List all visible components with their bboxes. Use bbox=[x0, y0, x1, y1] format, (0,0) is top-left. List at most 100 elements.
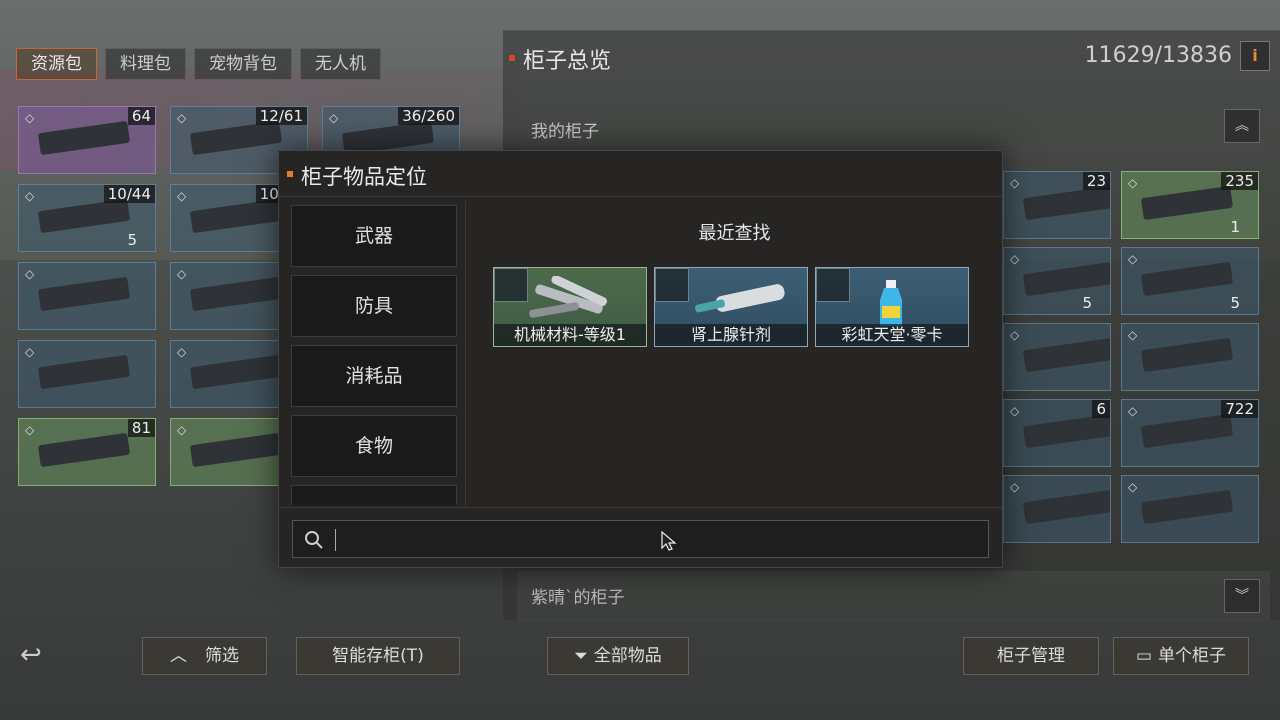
collapse-up-button[interactable]: ︽ bbox=[1224, 109, 1260, 143]
recent-item-label: 肾上腺针剂 bbox=[655, 324, 807, 346]
my-cabinet-header[interactable]: 我的柜子 ︽ bbox=[517, 101, 1270, 151]
cabinet-slot[interactable]: ◇ 235 1 bbox=[1121, 171, 1259, 239]
inventory-slot[interactable]: ◇ 81 bbox=[18, 418, 156, 486]
all-items-button[interactable]: ⏷ 全部物品 bbox=[547, 637, 689, 675]
cabinet-manage-button[interactable]: 柜子管理 bbox=[963, 637, 1099, 675]
search-box[interactable] bbox=[292, 520, 989, 558]
item-image bbox=[1022, 413, 1110, 449]
item-image bbox=[37, 120, 131, 156]
rarity-diamond-icon: ◇ bbox=[1010, 480, 1020, 494]
rarity-diamond-icon: ◇ bbox=[177, 423, 187, 437]
tab-cooking-pack[interactable]: 料理包 bbox=[105, 48, 186, 80]
recent-item-label: 彩虹天堂·零卡 bbox=[816, 324, 968, 346]
item-quality-badge bbox=[816, 268, 850, 302]
tab-resource-pack[interactable]: 资源包 bbox=[16, 48, 97, 80]
other-cabinet-header[interactable]: 紫晴`的柜子 ︾ bbox=[517, 571, 1270, 621]
recent-items: 机械材料-等级1 肾上腺针剂 彩虹天堂·零卡 bbox=[493, 267, 969, 347]
search-icon bbox=[305, 531, 323, 549]
cabinet-slot[interactable]: ◇ bbox=[1121, 475, 1259, 543]
filter-button[interactable]: ︿ 筛选 bbox=[142, 637, 267, 675]
item-count: 81 bbox=[127, 419, 155, 437]
item-image bbox=[1140, 337, 1234, 373]
item-image bbox=[1022, 337, 1110, 373]
rarity-diamond-icon: ◇ bbox=[25, 111, 35, 125]
tab-drone[interactable]: 无人机 bbox=[300, 48, 381, 80]
dialog-title: 柜子物品定位 bbox=[301, 165, 427, 189]
cabinet-overview-title: 柜子总览 bbox=[523, 49, 612, 74]
item-count: 12/61 bbox=[255, 107, 307, 125]
back-icon[interactable]: ↩ bbox=[20, 642, 54, 670]
cabinet-slot[interactable]: ◇ bbox=[1003, 323, 1111, 391]
expand-down-button[interactable]: ︾ bbox=[1224, 579, 1260, 613]
tab-pet-backpack[interactable]: 宠物背包 bbox=[194, 48, 292, 80]
rarity-diamond-icon: ◇ bbox=[25, 345, 35, 359]
title-marker bbox=[287, 171, 293, 177]
rarity-diamond-icon: ◇ bbox=[1128, 252, 1138, 266]
item-quality-badge bbox=[494, 268, 528, 302]
item-image bbox=[1140, 413, 1234, 449]
single-cabinet-label: 单个柜子 bbox=[1158, 646, 1227, 666]
item-locate-dialog: 柜子物品定位 武器 防具 消耗品 食物 最近查找 机械材料-等级1 肾上腺针剂 bbox=[278, 150, 1003, 568]
inventory-slot[interactable]: ◇ bbox=[18, 340, 156, 408]
item-image bbox=[37, 198, 131, 234]
inventory-slot[interactable]: ◇ 64 bbox=[18, 106, 156, 174]
rarity-diamond-icon: ◇ bbox=[1010, 328, 1020, 342]
recent-item-label: 机械材料-等级1 bbox=[494, 324, 646, 346]
category-more[interactable] bbox=[291, 485, 457, 505]
item-level: 5 bbox=[1230, 294, 1240, 312]
rarity-diamond-icon: ◇ bbox=[25, 189, 35, 203]
cabinet-grid: ◇ 23 ◇ 235 1 ◇ 5 ◇ 5 ◇ ◇ ◇ 6 ◇ 722 ◇ ◇ bbox=[1003, 171, 1259, 543]
recent-item[interactable]: 机械材料-等级1 bbox=[493, 267, 647, 347]
category-consumables[interactable]: 消耗品 bbox=[291, 345, 457, 407]
item-image bbox=[1022, 185, 1110, 221]
category-armor[interactable]: 防具 bbox=[291, 275, 457, 337]
cabinet-slot[interactable]: ◇ bbox=[1003, 475, 1111, 543]
item-level: 5 bbox=[1082, 294, 1092, 312]
rarity-diamond-icon: ◇ bbox=[177, 111, 187, 125]
item-level: 1 bbox=[1230, 218, 1240, 236]
item-image bbox=[189, 432, 283, 468]
mouse-pointer-icon bbox=[661, 530, 677, 551]
smart-store-button[interactable]: 智能存柜(T) bbox=[296, 637, 460, 675]
category-food[interactable]: 食物 bbox=[291, 415, 457, 477]
search-input[interactable] bbox=[341, 525, 961, 553]
item-image bbox=[189, 198, 283, 234]
item-image bbox=[37, 354, 131, 390]
chevron-up-icon: ︿ bbox=[170, 646, 187, 666]
funnel-icon: ⏷ bbox=[574, 646, 588, 666]
rarity-diamond-icon: ◇ bbox=[1010, 176, 1020, 190]
title-marker bbox=[509, 55, 515, 61]
divider bbox=[465, 201, 466, 507]
item-image bbox=[189, 276, 283, 312]
rarity-diamond-icon: ◇ bbox=[1010, 252, 1020, 266]
recent-item[interactable]: 肾上腺针剂 bbox=[654, 267, 808, 347]
cabinet-slot[interactable]: ◇ 5 bbox=[1121, 247, 1259, 315]
item-count: 23 bbox=[1082, 172, 1110, 190]
item-count: 6 bbox=[1092, 400, 1110, 418]
item-image bbox=[1022, 261, 1110, 297]
rarity-diamond-icon: ◇ bbox=[1128, 480, 1138, 494]
cabinet-slot[interactable]: ◇ 5 bbox=[1003, 247, 1111, 315]
cabinet-slot[interactable]: ◇ 722 bbox=[1121, 399, 1259, 467]
category-weapons[interactable]: 武器 bbox=[291, 205, 457, 267]
rarity-diamond-icon: ◇ bbox=[329, 111, 339, 125]
rarity-diamond-icon: ◇ bbox=[25, 423, 35, 437]
inventory-slot[interactable]: ◇ bbox=[18, 262, 156, 330]
item-count: 10/44 bbox=[103, 185, 155, 203]
mechanical-parts-icon bbox=[529, 276, 607, 318]
inventory-tabs: 资源包 料理包 宠物背包 无人机 bbox=[16, 48, 381, 80]
single-cabinet-button[interactable]: ▭ 单个柜子 bbox=[1113, 637, 1249, 675]
cabinet-slot[interactable]: ◇ 23 bbox=[1003, 171, 1111, 239]
dialog-header: 柜子物品定位 bbox=[279, 151, 1002, 197]
category-list: 武器 防具 消耗品 食物 bbox=[291, 205, 457, 505]
inventory-slot[interactable]: ◇ 10/44 5 bbox=[18, 184, 156, 252]
item-image bbox=[1140, 489, 1234, 525]
cabinet-slot[interactable]: ◇ bbox=[1121, 323, 1259, 391]
rarity-diamond-icon: ◇ bbox=[177, 189, 187, 203]
cabinet-slot[interactable]: ◇ 6 bbox=[1003, 399, 1111, 467]
recent-item[interactable]: 彩虹天堂·零卡 bbox=[815, 267, 969, 347]
item-image bbox=[1140, 261, 1234, 297]
item-level: 5 bbox=[127, 231, 137, 249]
info-button[interactable]: i bbox=[1240, 41, 1270, 71]
item-image bbox=[1022, 489, 1110, 525]
